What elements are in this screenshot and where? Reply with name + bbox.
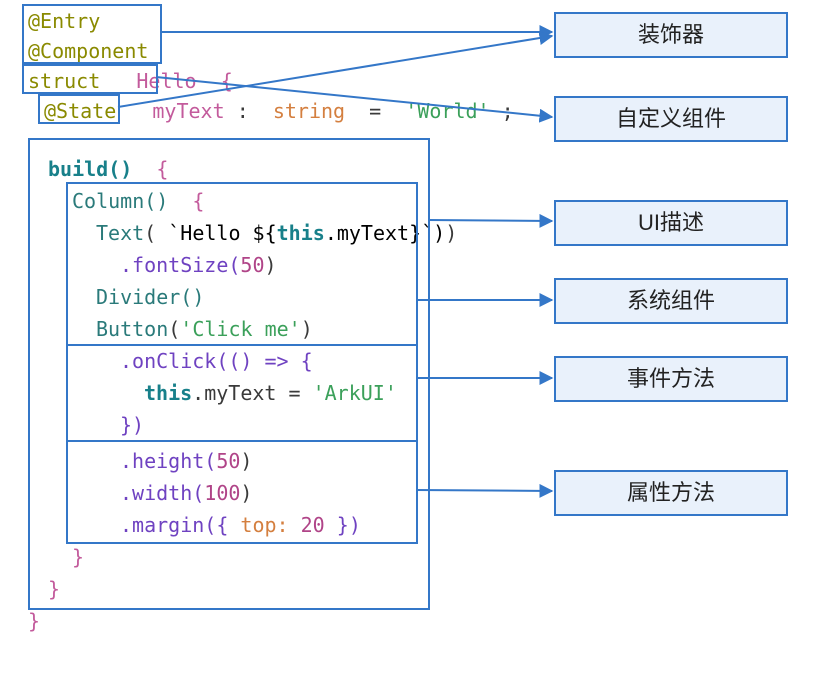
label-ui: UI描述 <box>554 200 788 246</box>
label-sys: 系统组件 <box>554 278 788 324</box>
box-attr <box>66 440 418 544</box>
box-sys <box>66 182 418 346</box>
box-state <box>38 94 120 124</box>
label-decorator: 装饰器 <box>554 12 788 58</box>
label-custom: 自定义组件 <box>554 96 788 142</box>
box-struct <box>22 64 158 94</box>
box-event <box>66 344 418 442</box>
box-decorators <box>22 4 162 64</box>
label-event: 事件方法 <box>554 356 788 402</box>
brace-struct: } <box>28 606 40 636</box>
label-attr: 属性方法 <box>554 470 788 516</box>
